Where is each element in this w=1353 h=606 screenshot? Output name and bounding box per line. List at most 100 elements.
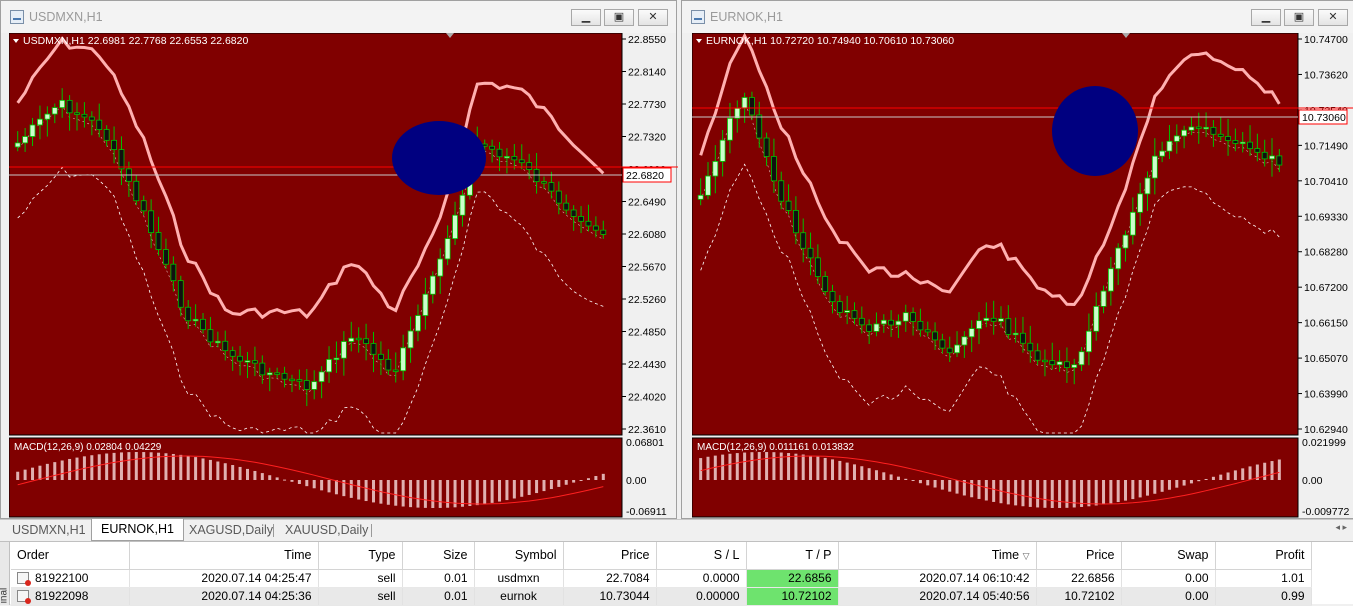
candle-body: [281, 372, 288, 380]
macd-bar: [349, 480, 353, 498]
minimize-button[interactable]: ▁: [1251, 9, 1281, 26]
candle-body: [785, 200, 792, 211]
col-close-time[interactable]: Time ▽: [838, 542, 1037, 570]
close-button[interactable]: ✕: [1318, 9, 1348, 26]
macd-bar: [231, 465, 235, 480]
col-symbol[interactable]: Symbol: [474, 542, 564, 570]
price-chart-usdmxn[interactable]: 22.855022.814022.773022.732022.690022.64…: [8, 32, 682, 519]
macd-bar: [60, 460, 64, 480]
candle-body: [81, 113, 88, 118]
macd-bar: [594, 476, 598, 480]
candle-body: [712, 161, 719, 177]
col-swap[interactable]: Swap: [1121, 542, 1216, 570]
candle-body: [548, 182, 555, 192]
candle-body: [749, 97, 755, 116]
candle-body: [155, 232, 162, 250]
candle-body: [1151, 155, 1158, 179]
macd-bar: [1263, 462, 1267, 480]
price-chart-eurnok[interactable]: 10.7470010.7362010.7254010.7149010.70410…: [691, 32, 1353, 519]
close-button[interactable]: ✕: [638, 9, 668, 26]
macd-tick-label: 0.00: [1302, 475, 1323, 487]
macd-bar: [1277, 459, 1281, 480]
macd-bar: [1116, 480, 1120, 503]
macd-bar: [468, 480, 472, 507]
candle-body: [1042, 359, 1048, 363]
macd-bar: [16, 471, 20, 480]
macd-bar: [216, 461, 220, 480]
col-sl[interactable]: S / L: [656, 542, 747, 570]
price-tick-label: 10.67200: [1304, 282, 1348, 294]
col-size[interactable]: Size: [402, 542, 475, 570]
macd-bar: [1145, 480, 1149, 496]
candle-body: [800, 232, 807, 249]
macd-bar: [438, 480, 442, 508]
chart-header-ohlc: USDMXN,H1 22.6981 22.7768 22.6553 22.682…: [23, 35, 248, 47]
chart-window-usdmxn[interactable]: USDMXN,H1 ▁ ▣ ✕ 22.8550 22.8140 22.7730 22.…: [0, 0, 682, 519]
candle-body: [814, 257, 821, 277]
col-order[interactable]: Order: [11, 542, 130, 570]
tab-separator: [371, 524, 372, 537]
candle-body: [326, 359, 332, 373]
window-titlebar[interactable]: EURNOK,H1 ▁ ▣ ✕: [682, 1, 1353, 33]
candle-body: [1064, 361, 1070, 368]
candle-body: [289, 378, 295, 382]
tab-eurnok[interactable]: EURNOK,H1: [91, 519, 184, 541]
candle-body: [756, 114, 763, 139]
candle-body: [968, 328, 975, 338]
macd-bar: [112, 452, 116, 480]
macd-bar: [1094, 480, 1098, 506]
macd-bar: [882, 472, 886, 480]
col-close-price[interactable]: Price: [1036, 542, 1122, 570]
restore-button[interactable]: ▣: [1284, 9, 1314, 26]
tab-separator: [273, 524, 274, 537]
col-type[interactable]: Type: [318, 542, 403, 570]
macd-bar: [179, 454, 183, 480]
macd-bar: [527, 480, 531, 495]
price-tick-label: 22.8140: [628, 67, 666, 79]
macd-bar: [542, 480, 546, 492]
price-tick-label: 22.4430: [628, 359, 666, 371]
macd-bar: [1226, 472, 1230, 480]
tab-xagusd[interactable]: XAGUSD,Daily: [180, 520, 282, 541]
table-row[interactable]: 81922098 2020.07.14 04:25:36 sell 0.01 e…: [11, 587, 1312, 606]
col-open-price[interactable]: Price: [563, 542, 657, 570]
candle-body: [133, 180, 140, 202]
macd-bar: [149, 452, 153, 480]
col-tp[interactable]: T / P: [746, 542, 839, 570]
macd-bar: [312, 480, 316, 489]
candle-body: [600, 229, 607, 235]
candle-body: [1217, 133, 1224, 137]
window-titlebar[interactable]: USDMXN,H1 ▁ ▣ ✕: [1, 1, 676, 33]
candle-body: [858, 317, 865, 326]
candle-body: [932, 331, 938, 341]
current-price-label: 10.73060: [1302, 112, 1346, 124]
macd-bar: [564, 480, 568, 485]
chart-header-ohlc: EURNOK,H1 10.72720 10.74940 10.70610 10.…: [706, 35, 954, 47]
macd-bar: [1153, 480, 1157, 494]
macd-bar: [283, 479, 287, 481]
order-closed-icon: [17, 572, 31, 586]
tab-scroll-right-icon[interactable]: ◂ ▸: [1335, 522, 1347, 533]
tab-usdmxn[interactable]: USDMXN,H1: [3, 520, 95, 541]
candle-body: [348, 337, 355, 342]
tab-xauusd[interactable]: XAUUSD,Daily: [276, 520, 377, 541]
macd-bar: [1065, 480, 1069, 508]
candle-body: [296, 379, 303, 382]
macd-bar: [498, 480, 502, 502]
macd-bar: [223, 463, 227, 480]
chart-window-eurnok[interactable]: EURNOK,H1 ▁ ▣ ✕ 10.7470010.7362010.72540…: [681, 0, 1353, 519]
candle-body: [51, 107, 58, 115]
col-profit[interactable]: Profit: [1215, 542, 1312, 570]
col-open-time[interactable]: Time: [129, 542, 319, 570]
candle-body: [437, 258, 444, 277]
table-row[interactable]: 81922100 2020.07.14 04:25:47 sell 0.01 u…: [11, 569, 1312, 588]
candle-body: [1166, 140, 1173, 152]
minimize-button[interactable]: ▁: [571, 9, 601, 26]
macd-bar: [852, 464, 856, 480]
macd-bar: [364, 480, 368, 502]
restore-button[interactable]: ▣: [604, 9, 634, 26]
macd-bar: [357, 480, 361, 500]
candle-body: [1239, 141, 1246, 145]
candle-body: [844, 310, 851, 313]
macd-bar: [874, 470, 878, 480]
